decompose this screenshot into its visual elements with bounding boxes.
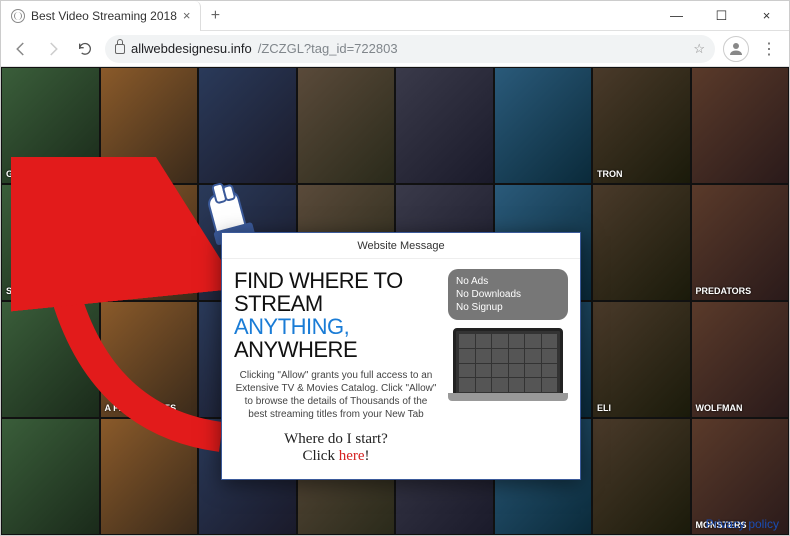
movie-poster: [691, 67, 790, 184]
tab-title: Best Video Streaming 2018: [31, 9, 177, 23]
lock-icon: [115, 44, 125, 54]
movie-poster: [592, 67, 691, 184]
laptop-icon: [453, 328, 563, 398]
movie-poster: [100, 301, 199, 418]
forward-button[interactable]: [41, 37, 65, 61]
movie-poster: [198, 67, 297, 184]
movie-poster: [100, 184, 199, 301]
browser-tab[interactable]: Best Video Streaming 2018 ×: [1, 1, 201, 31]
url-host: allwebdesignesu.info: [131, 41, 252, 56]
movie-poster: [494, 67, 593, 184]
arrow-left-icon: [12, 40, 30, 58]
bookmark-icon[interactable]: ☆: [693, 41, 705, 57]
movie-poster: [100, 67, 199, 184]
back-button[interactable]: [9, 37, 33, 61]
popup-title: Website Message: [222, 233, 580, 259]
arrow-right-icon: [44, 40, 62, 58]
click-here-link[interactable]: here: [339, 448, 365, 464]
address-bar[interactable]: allwebdesignesu.info/ZCZGL?tag_id=722803…: [105, 35, 715, 63]
movie-poster: [395, 67, 494, 184]
movie-poster: [592, 418, 691, 535]
where-start: Where do I start? Click here!: [234, 431, 438, 465]
globe-icon: [11, 9, 25, 23]
movie-poster: [592, 184, 691, 301]
reload-button[interactable]: [73, 37, 97, 61]
popup-subtext: Clicking "Allow" grants you full access …: [234, 369, 438, 421]
reload-icon: [77, 41, 93, 57]
movie-poster: [1, 67, 100, 184]
movie-poster: [1, 301, 100, 418]
movie-poster: [592, 301, 691, 418]
toolbar: allwebdesignesu.info/ZCZGL?tag_id=722803…: [1, 31, 789, 67]
movie-poster: [1, 418, 100, 535]
movie-poster: [297, 67, 396, 184]
person-icon: [727, 40, 745, 58]
headline-line-2: ANYTHING, ANYWHERE: [234, 315, 438, 361]
url-path: /ZCZGL?tag_id=722803: [258, 41, 398, 56]
movie-poster: [691, 301, 790, 418]
page-content: Please click on the ALLOW to stream Webs…: [1, 67, 789, 535]
movie-poster: [100, 418, 199, 535]
titlebar: Best Video Streaming 2018 × + — ☐ ×: [1, 1, 789, 31]
profile-button[interactable]: [723, 36, 749, 62]
maximize-button[interactable]: ☐: [699, 1, 744, 31]
movie-poster: [691, 184, 790, 301]
minimize-button[interactable]: —: [654, 1, 699, 31]
privacy-policy-link[interactable]: Privacy policy: [706, 517, 779, 531]
headline-line-1: FIND WHERE TO STREAM: [234, 269, 438, 315]
website-message-popup: Website Message FIND WHERE TO STREAM ANY…: [221, 232, 581, 480]
close-window-button[interactable]: ×: [744, 1, 789, 31]
feature-pill: No Ads No Downloads No Signup: [448, 269, 568, 320]
movie-poster: [1, 184, 100, 301]
close-tab-icon[interactable]: ×: [183, 8, 191, 23]
new-tab-button[interactable]: +: [201, 7, 229, 25]
menu-button[interactable]: ⋮: [757, 39, 781, 59]
